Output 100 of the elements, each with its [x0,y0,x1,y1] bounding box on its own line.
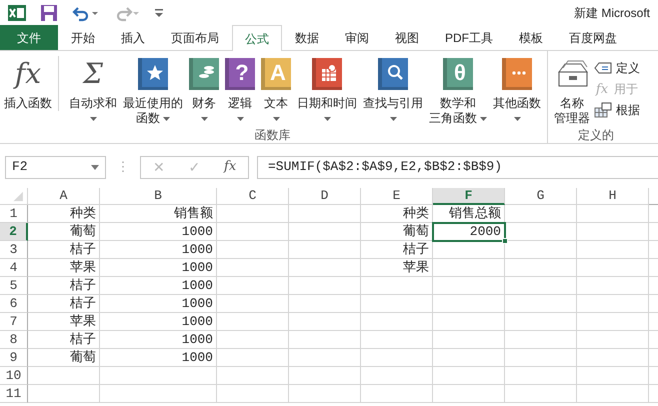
ribbon-button[interactable]: 其他函数 [491,56,543,126]
table-cell[interactable] [433,331,505,349]
row-header[interactable]: 4 [0,259,28,277]
row-header[interactable]: 7 [0,313,28,331]
table-cell[interactable]: 1000 [100,349,217,367]
table-cell[interactable] [433,259,505,277]
table-cell[interactable] [217,277,289,295]
table-cell[interactable] [289,349,361,367]
table-cell[interactable] [289,205,361,223]
table-cell[interactable] [217,223,289,241]
table-cell[interactable] [577,241,649,259]
table-cell[interactable] [217,331,289,349]
table-cell[interactable] [505,259,577,277]
table-cell[interactable] [361,313,433,331]
row-header[interactable]: 10 [0,367,28,385]
table-cell[interactable] [433,295,505,313]
row-header[interactable]: 2 [0,223,28,241]
table-cell[interactable] [289,259,361,277]
ribbon-small-button[interactable]: 根据 [594,101,640,119]
ribbon-tab[interactable]: 百度网盘 [556,25,630,50]
ribbon-button[interactable]: fx 插入函数 [2,56,59,111]
table-cell[interactable] [289,385,361,403]
table-cell[interactable] [217,385,289,403]
ribbon-tab[interactable]: 页面布局 [158,25,232,50]
table-cell[interactable] [505,367,577,385]
ribbon-tab[interactable]: 公式 [232,25,282,51]
fill-handle[interactable] [502,238,508,244]
table-cell[interactable] [100,385,217,403]
table-cell[interactable] [433,313,505,331]
row-header[interactable]: 11 [0,385,28,403]
ribbon-tab[interactable]: 数据 [282,25,332,50]
ribbon-button[interactable]: 财务 [187,56,221,126]
table-cell[interactable]: 桔子 [361,241,433,259]
table-cell[interactable] [433,349,505,367]
table-cell[interactable] [289,277,361,295]
table-cell[interactable] [577,259,649,277]
table-cell[interactable]: 1000 [100,313,217,331]
table-cell[interactable]: 2000 [433,223,505,241]
table-cell[interactable] [505,349,577,367]
table-cell[interactable] [289,295,361,313]
table-cell[interactable] [577,331,649,349]
table-cell[interactable] [577,367,649,385]
select-all-corner[interactable] [0,188,28,205]
table-cell[interactable] [433,241,505,259]
table-cell[interactable]: 种类 [361,205,433,223]
row-header[interactable]: 5 [0,277,28,295]
table-cell[interactable] [217,205,289,223]
row-header[interactable]: 6 [0,295,28,313]
table-cell[interactable] [217,295,289,313]
row-header[interactable]: 3 [0,241,28,259]
column-header[interactable]: F [433,188,505,205]
table-cell[interactable] [28,367,100,385]
table-cell[interactable]: 桔子 [28,295,100,313]
table-cell[interactable]: 种类 [28,205,100,223]
table-cell[interactable] [505,241,577,259]
table-cell[interactable]: 葡萄 [28,349,100,367]
table-cell[interactable] [577,205,649,223]
table-cell[interactable] [289,241,361,259]
table-cell[interactable]: 葡萄 [361,223,433,241]
row-header[interactable]: 9 [0,349,28,367]
ribbon-tab[interactable]: PDF工具 [432,25,506,50]
column-header[interactable]: B [100,188,217,205]
table-cell[interactable]: 桔子 [28,241,100,259]
table-cell[interactable] [361,277,433,295]
ribbon-button[interactable]: ? 逻辑 [223,56,257,126]
table-cell[interactable] [217,259,289,277]
ribbon-tab[interactable]: 审阅 [332,25,382,50]
table-cell[interactable] [505,223,577,241]
table-cell[interactable] [289,331,361,349]
table-cell[interactable]: 苹果 [28,259,100,277]
table-cell[interactable] [433,367,505,385]
row-header[interactable]: 8 [0,331,28,349]
ribbon-tab[interactable]: 视图 [382,25,432,50]
table-cell[interactable] [433,385,505,403]
table-cell[interactable]: 葡萄 [28,223,100,241]
table-cell[interactable] [289,223,361,241]
ribbon-tab[interactable]: 开始 [58,25,108,50]
ribbon-small-button[interactable]: 定义 [594,59,640,77]
column-header[interactable]: C [217,188,289,205]
table-cell[interactable] [289,367,361,385]
table-cell[interactable] [577,385,649,403]
ribbon-button[interactable]: 名称 管理器 [552,56,592,126]
table-cell[interactable] [577,313,649,331]
formula-input[interactable]: =SUMIF($A$2:$A$9,E2,$B$2:$B$9) [257,156,658,178]
table-cell[interactable] [505,277,577,295]
table-cell[interactable] [100,367,217,385]
table-cell[interactable]: 桔子 [28,331,100,349]
insert-function-button[interactable]: fx [224,157,236,177]
table-cell[interactable] [505,205,577,223]
table-cell[interactable]: 桔子 [28,277,100,295]
table-cell[interactable] [505,295,577,313]
table-cell[interactable]: 1000 [100,259,217,277]
ribbon-button[interactable]: A 文本 [259,56,293,126]
table-cell[interactable]: 销售总额 [433,205,505,223]
table-cell[interactable] [217,349,289,367]
table-cell[interactable]: 苹果 [28,313,100,331]
table-cell[interactable] [577,295,649,313]
column-header[interactable]: H [577,188,649,205]
table-cell[interactable] [28,385,100,403]
table-cell[interactable] [505,385,577,403]
